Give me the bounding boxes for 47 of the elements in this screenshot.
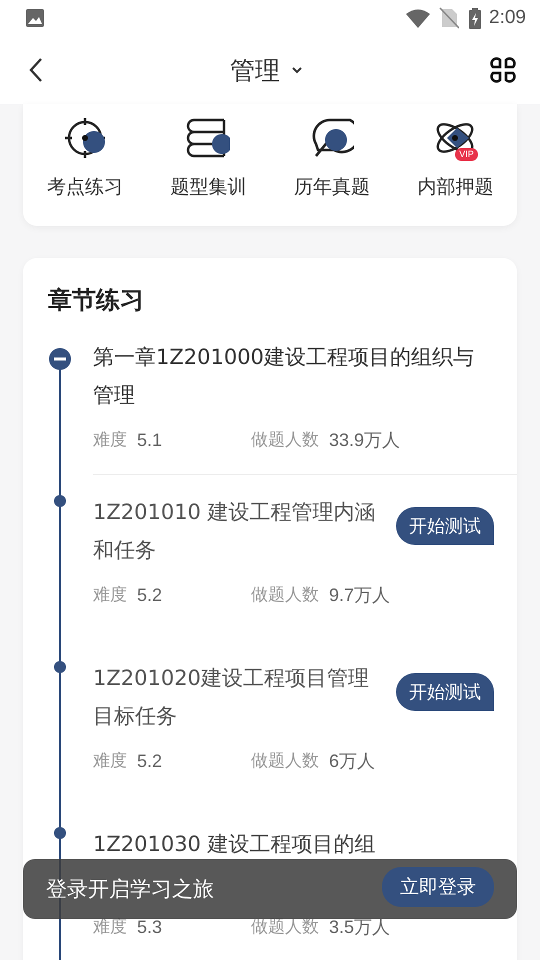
participants-label: 做题人数 (251, 750, 319, 773)
page-title[interactable]: 管理 (230, 54, 280, 86)
difficulty-value: 5.3 (137, 916, 162, 939)
shortcut-item[interactable]: VIP 内部押题 (394, 114, 517, 200)
difficulty-value: 5.1 (137, 429, 162, 452)
start-test-button[interactable]: 开始测试 (396, 673, 494, 711)
difficulty-value: 5.2 (137, 750, 162, 773)
participants-value: 9.7万人 (329, 584, 390, 607)
crosshair-icon (62, 116, 107, 160)
timeline-dot (54, 495, 66, 507)
sim-icon (439, 7, 460, 29)
back-icon (28, 57, 44, 83)
difficulty-label: 难度 (93, 429, 127, 452)
shortcut-item[interactable]: 历年真题 (270, 114, 394, 200)
wifi-icon (405, 8, 432, 28)
grid-button[interactable] (488, 55, 518, 85)
section-item-title[interactable]: 1Z201020建设工程项目管理目标任务 (93, 659, 383, 735)
chevron-down-icon[interactable] (292, 66, 302, 74)
start-test-button[interactable]: 开始测试 (396, 507, 494, 545)
books-icon (186, 116, 230, 160)
section-item-title[interactable]: 1Z201030 建设工程项目的组 (93, 825, 383, 863)
participants-label: 做题人数 (251, 916, 319, 939)
collapse-icon[interactable] (49, 348, 71, 370)
difficulty-label: 难度 (93, 584, 127, 607)
timeline-dot (54, 661, 66, 673)
login-button[interactable]: 立即登录 (382, 867, 494, 907)
login-prompt: 登录开启学习之旅 (46, 876, 214, 903)
participants-label: 做题人数 (251, 429, 319, 452)
clock: 2:09 (489, 7, 526, 29)
participants-label: 做题人数 (251, 584, 319, 607)
timeline-dot (54, 827, 66, 839)
participants-value: 6万人 (329, 750, 376, 773)
grid-icon (488, 55, 518, 85)
section-item-title[interactable]: 1Z201010 建设工程管理内涵和任务 (93, 493, 383, 569)
vip-badge: VIP (455, 148, 478, 161)
chapter-title[interactable]: 第一章1Z201000建设工程项目的组织与管理 (93, 338, 477, 414)
battery-icon (467, 6, 484, 30)
image-icon (25, 8, 45, 28)
shortcut-item[interactable]: 考点练习 (23, 114, 146, 200)
section-title: 章节练习 (48, 285, 145, 316)
participants-value: 33.9万人 (329, 429, 400, 452)
difficulty-value: 5.2 (137, 584, 162, 607)
back-button[interactable] (28, 57, 44, 83)
difficulty-label: 难度 (93, 916, 127, 939)
difficulty-label: 难度 (93, 750, 127, 773)
participants-value: 3.5万人 (329, 916, 390, 939)
shortcut-item[interactable]: 题型集训 (146, 114, 270, 200)
